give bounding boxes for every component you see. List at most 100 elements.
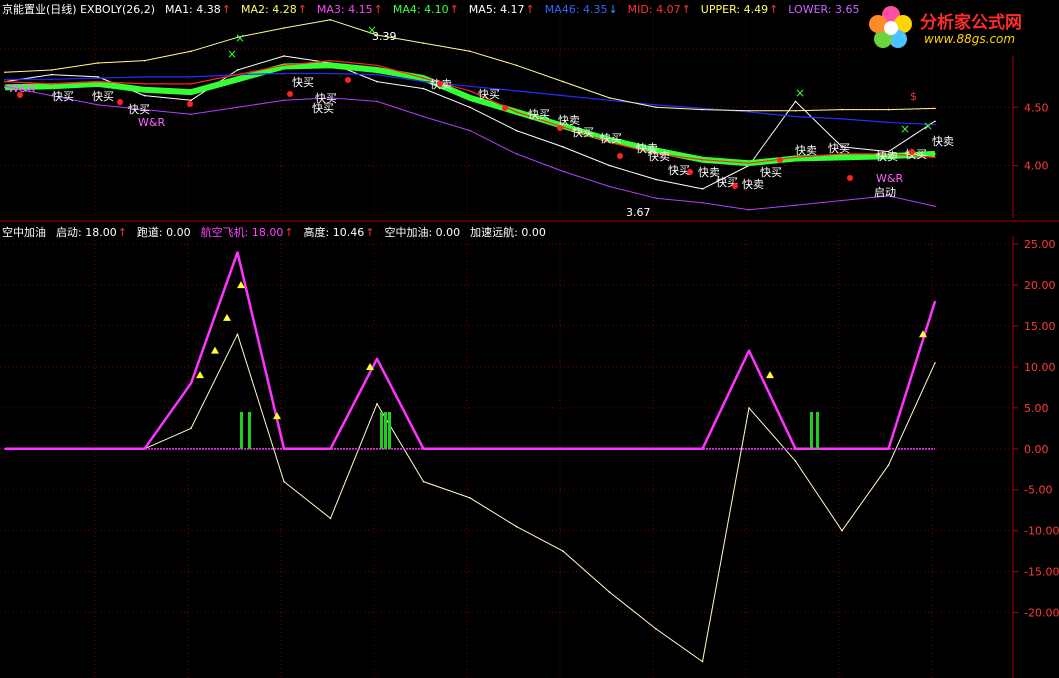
red-marker-icon (687, 169, 693, 175)
data-point (143, 94, 146, 97)
trend-arrow-icon: ↑ (449, 3, 459, 16)
data-point (469, 90, 471, 92)
trend-arrow-icon: ↓ (608, 3, 618, 16)
red-marker-icon (287, 91, 293, 97)
data-point (934, 153, 936, 155)
green-bar (240, 411, 243, 449)
data-point (562, 170, 564, 173)
red-marker-icon (777, 157, 783, 163)
green-bar (248, 411, 251, 449)
header_top-item: UPPER: 4.49 (700, 3, 769, 16)
data-point (887, 464, 890, 466)
annotation-label: 快卖 (876, 150, 898, 163)
annotation-label: 快买 (315, 92, 337, 105)
data-point (655, 106, 657, 109)
data-point (376, 100, 378, 103)
trend-arrow-icon: ↑ (769, 3, 779, 16)
site-logo: 分析家公式网 www.88gs.com (862, 0, 1059, 56)
trend-arrow-icon: ↑ (525, 3, 535, 16)
data-point (283, 64, 285, 67)
header_bottom-item: 跑道: 0.00 (136, 226, 191, 239)
annotation-label: 快买 (478, 88, 500, 101)
annotation-label: 快买 (52, 90, 74, 103)
logo-title: 分析家公式网 (920, 13, 1022, 33)
warning-triangle-icon (223, 313, 231, 321)
data-point (376, 80, 378, 83)
header_top-item: MA46: 4.35 (544, 3, 608, 16)
warning-triangle-icon (196, 371, 204, 379)
price-tick-label: 4.50 (1024, 101, 1049, 114)
header_top-item: MA5: 4.17 (468, 3, 525, 16)
data-point (143, 76, 146, 78)
green-bar (810, 411, 813, 449)
data-point (934, 205, 936, 208)
data-point (50, 83, 53, 85)
red-marker-icon (437, 81, 443, 87)
annotation-label: 快买 (572, 126, 594, 139)
data-point (422, 77, 425, 79)
data-point (515, 111, 518, 113)
data-point (190, 382, 192, 385)
header_top-item: MA1: 4.38 (165, 3, 221, 16)
data-point (190, 113, 192, 116)
data-point (97, 62, 99, 64)
data-point (562, 80, 564, 83)
data-point (701, 108, 704, 111)
indicator-tick-label: -10.00 (1024, 525, 1059, 538)
data-point (190, 91, 192, 93)
logo-url: www.88gs.com (924, 32, 1016, 46)
data-point (748, 109, 750, 112)
data-point (50, 78, 53, 81)
red-marker-icon (847, 175, 853, 181)
data-point (515, 64, 518, 67)
data-point (701, 158, 704, 161)
annotation-label: 快买 (528, 108, 550, 121)
red-marker-icon (732, 183, 738, 189)
trend-arrow-icon: ↑ (284, 226, 294, 239)
indicator-tick-label: -20.00 (1024, 607, 1059, 620)
data-point (4, 85, 6, 88)
annotation-label: W&R (138, 116, 165, 129)
header_top-item: MA3: 4.15 (316, 3, 373, 16)
data-point (97, 77, 99, 79)
header_bottom-item: 启动: 18.00 (56, 226, 117, 239)
data-point (608, 164, 611, 167)
annotation-label: 启动 (874, 186, 896, 199)
red-marker-icon (187, 101, 193, 107)
data-point (376, 357, 378, 360)
data-point (4, 78, 6, 81)
data-point (748, 349, 750, 352)
data-point (329, 59, 332, 62)
data-point (794, 204, 797, 206)
data-point (562, 94, 564, 97)
data-point (422, 80, 425, 83)
data-point (608, 591, 611, 593)
series-line-航空飞机 (5, 251, 937, 451)
header_top-item: LOWER: 3.65 (788, 3, 860, 16)
data-point (4, 448, 6, 450)
data-point (469, 97, 471, 99)
data-point (794, 115, 797, 118)
trend-arrow-icon: ↑ (365, 226, 375, 239)
data-point (934, 123, 936, 126)
data-point (562, 146, 564, 148)
red-marker-icon (345, 77, 351, 83)
data-point (236, 78, 239, 81)
data-point (236, 251, 239, 254)
data-point (283, 72, 285, 75)
data-point (887, 121, 890, 124)
data-point (515, 153, 518, 155)
trend-arrow-icon: ↑ (297, 3, 307, 16)
data-point (329, 64, 332, 67)
data-point (748, 209, 750, 211)
data-point (934, 362, 936, 364)
green-x-icon: × (235, 31, 245, 45)
red-marker-icon (502, 105, 508, 111)
header_bottom-item: 高度: 10.46 (303, 226, 365, 239)
indicator-tick-label: 15.00 (1024, 320, 1056, 333)
warning-triangle-icon (211, 346, 219, 354)
data-point (329, 19, 332, 21)
stock-chart-window: 5.004.504.0025.0020.0015.0010.005.000.00… (0, 0, 1059, 678)
header_top-item: MID: 4.07 (627, 3, 681, 16)
data-point (236, 73, 239, 76)
